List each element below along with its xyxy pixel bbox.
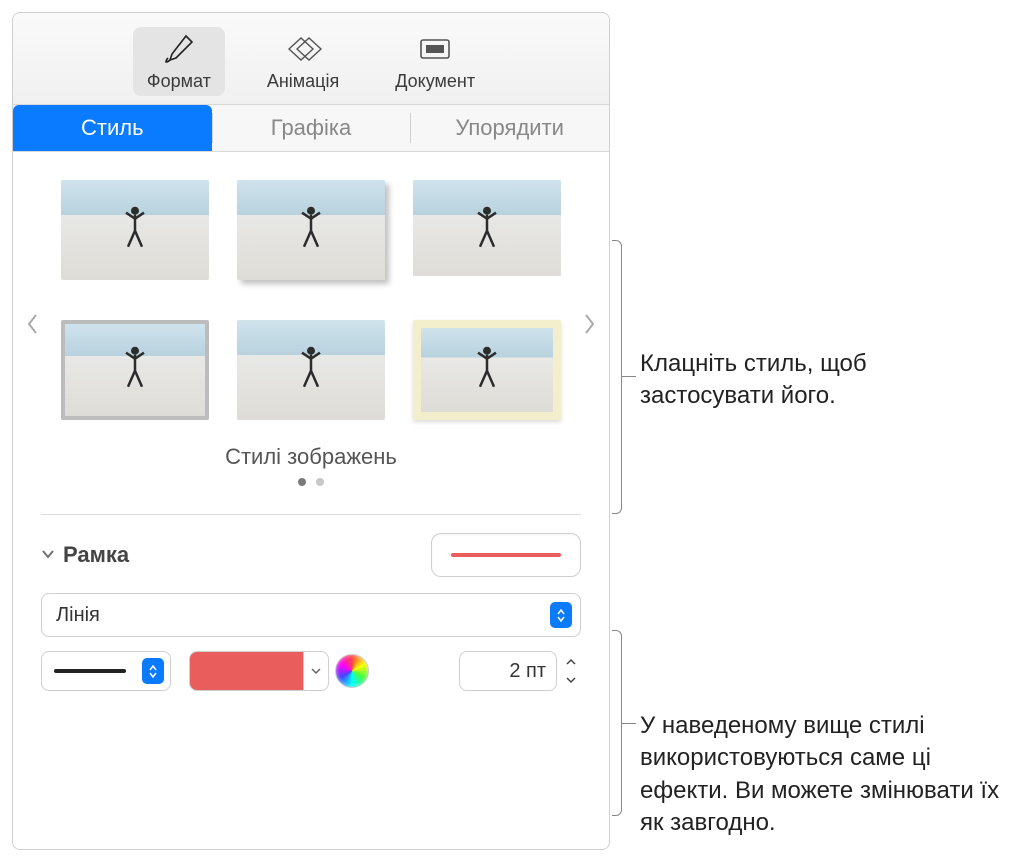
callout-text: Клацніть стиль, щоб застосувати його. — [640, 348, 1000, 413]
callout-leader — [622, 376, 636, 377]
format-label: Формат — [147, 71, 211, 92]
inspector-panel: Формат Анімація Документ Стиль Графіка — [12, 12, 610, 850]
page-dot[interactable] — [316, 478, 324, 486]
chevron-down-icon — [41, 547, 55, 563]
stepper-buttons — [561, 653, 581, 689]
tab-graphic[interactable]: Графіка — [212, 105, 411, 151]
tab-style[interactable]: Стиль — [13, 105, 212, 151]
animation-toolbar-item[interactable]: Анімація — [253, 27, 353, 96]
top-toolbar: Формат Анімація Документ — [13, 13, 609, 105]
tab-arrange[interactable]: Упорядити — [410, 105, 609, 151]
frame-type-value: Лінія — [56, 604, 100, 627]
style-thumbnail[interactable] — [61, 180, 209, 280]
chevron-down-icon — [304, 667, 328, 675]
frame-header: Рамка — [41, 533, 581, 577]
color-swatch — [190, 652, 304, 690]
line-sample-icon — [54, 669, 126, 673]
stepper-down-button[interactable] — [561, 671, 581, 689]
frame-type-select[interactable]: Лінія — [41, 593, 581, 637]
stepper-up-button[interactable] — [561, 653, 581, 671]
callout-text: У наведеному вище стилі використовуються… — [640, 710, 1008, 840]
color-swatch-select[interactable] — [189, 651, 329, 691]
frame-preview-line — [451, 553, 561, 557]
color-wheel-button[interactable] — [335, 654, 369, 688]
styles-grid — [25, 180, 597, 438]
style-thumbnail[interactable] — [61, 320, 209, 420]
style-thumbnail[interactable] — [237, 180, 385, 280]
frame-section-label: Рамка — [63, 542, 129, 568]
animation-icon — [283, 31, 323, 67]
callout-leader — [622, 723, 636, 724]
paintbrush-icon — [159, 31, 199, 67]
frame-style-preview[interactable] — [431, 533, 581, 577]
page-dot[interactable] — [298, 478, 306, 486]
document-icon — [415, 31, 455, 67]
callout-bracket — [612, 240, 622, 514]
style-thumbnail[interactable] — [237, 320, 385, 420]
line-style-select[interactable] — [41, 651, 171, 691]
format-toolbar-item[interactable]: Формат — [133, 27, 225, 96]
styles-next-button[interactable] — [577, 304, 603, 344]
select-arrows-icon — [550, 602, 572, 628]
frame-disclosure[interactable]: Рамка — [41, 542, 129, 568]
border-width-control — [459, 651, 581, 691]
animation-label: Анімація — [267, 71, 339, 92]
page-dots — [25, 478, 597, 486]
document-label: Документ — [395, 71, 475, 92]
select-arrows-icon — [142, 658, 164, 684]
segmented-tabs: Стиль Графіка Упорядити — [13, 105, 609, 152]
frame-controls-row — [41, 651, 581, 691]
styles-prev-button[interactable] — [19, 304, 45, 344]
styles-section-title: Стилі зображень — [25, 444, 597, 470]
color-controls — [189, 651, 369, 691]
document-toolbar-item[interactable]: Документ — [381, 27, 489, 96]
style-thumbnail[interactable] — [413, 180, 561, 280]
style-thumbnail[interactable] — [413, 320, 561, 420]
frame-section: Рамка Лінія — [13, 515, 609, 703]
image-styles-area: Стилі зображень — [13, 152, 609, 496]
callout-bracket — [612, 630, 622, 816]
border-width-field[interactable] — [459, 651, 557, 691]
